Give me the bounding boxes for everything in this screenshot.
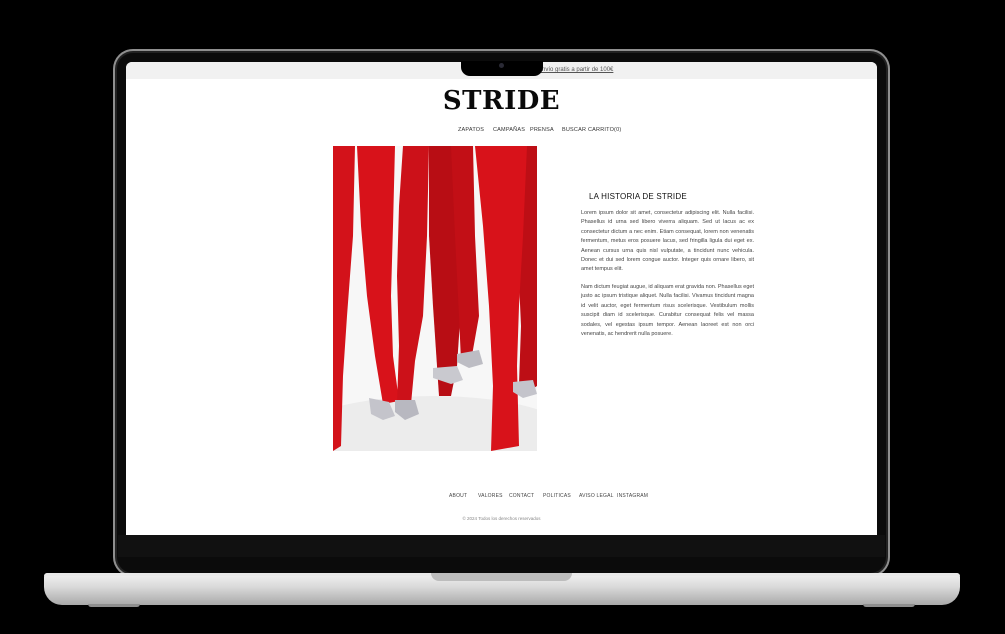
campaign-photo-red-tights: [333, 146, 537, 451]
camera-icon: [499, 63, 504, 68]
laptop-chin: [118, 535, 885, 557]
footer-link-instagram[interactable]: INSTAGRAM: [617, 493, 648, 499]
story-paragraph-2: Nam dictum feugiat augue, id aliquam era…: [581, 284, 754, 338]
nav-item-buscar[interactable]: BUSCAR: [562, 127, 586, 133]
brand-logo[interactable]: STRIDE: [126, 86, 877, 116]
footer-link-aviso-legal[interactable]: AVISO LEGAL: [579, 493, 614, 499]
copyright-text: © 2024 Todos los derechos reservados: [462, 516, 541, 521]
announcement-link[interactable]: Envío gratis a partir de 100€: [538, 67, 613, 73]
footer-link-contact[interactable]: CONTACT: [509, 493, 534, 499]
laptop-foot-left: [88, 604, 140, 607]
nav-item-campanas[interactable]: CAMPAÑAS: [493, 127, 525, 133]
laptop-lid-opening-notch: [431, 573, 572, 581]
footer-link-valores[interactable]: VALORES: [478, 493, 503, 499]
footer-link-politicas[interactable]: POLITICAS: [543, 493, 571, 499]
laptop-foot-right: [863, 604, 915, 607]
legs-illustration: [333, 146, 537, 451]
nav-item-carrito[interactable]: CARRITO(0): [588, 127, 621, 133]
footer-link-about[interactable]: ABOUT: [449, 493, 467, 499]
website-screen: Envío gratis a partir de 100€ STRIDE ZAP…: [126, 62, 877, 535]
nav-item-prensa[interactable]: PRENSA: [530, 127, 554, 133]
nav-item-zapatos[interactable]: ZAPATOS: [458, 127, 484, 133]
story-heading: LA HISTORIA DE STRIDE: [589, 192, 687, 201]
story-paragraph-1: Lorem ipsum dolor sit amet, consectetur …: [581, 210, 754, 273]
